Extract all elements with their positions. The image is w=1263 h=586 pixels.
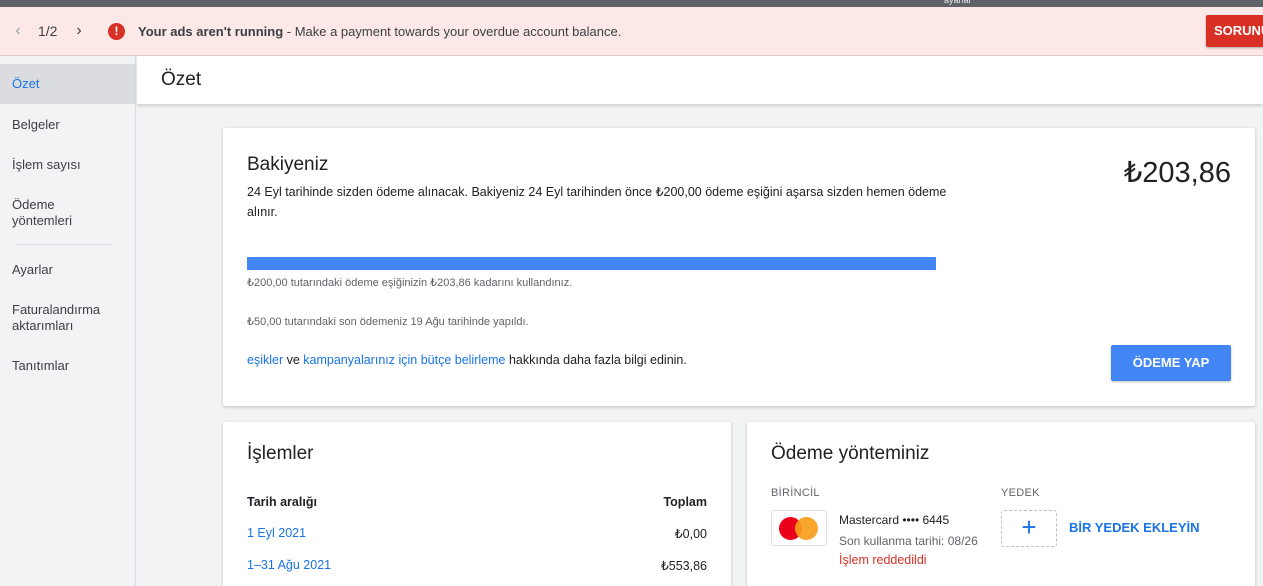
banner-message: Your ads aren't running - Make a payment… [138,24,621,39]
page-title: Özet [161,69,202,90]
page-header: Özet [137,56,1263,104]
transaction-date-link[interactable]: 1 Eyl 2021 [247,526,306,540]
add-backup-button[interactable]: BİR YEDEK EKLEYİN [1069,520,1200,535]
transaction-total: ₺553,86 [660,559,707,573]
transactions-title: İşlemler [247,443,314,464]
plus-icon[interactable]: + [1001,510,1057,547]
make-payment-button[interactable]: ÖDEME YAP [1111,345,1231,381]
balance-title: Bakiyeniz [247,154,329,175]
learn-more-mid: ve [283,353,304,367]
column-header-date-range: Tarih aralığı [247,495,317,509]
last-payment-note: ₺50,00 tutarındaki son ödemeniz 19 Ağu t… [247,316,529,328]
card-status-declined: İşlem reddedildi [839,553,927,567]
sidebar-item-documents[interactable]: Belgeler [0,117,136,133]
thresholds-link[interactable]: eşikler [247,353,283,367]
table-row: 1 Eyl 2021 ₺0,00 [247,526,707,546]
fix-issue-button[interactable]: SORUNU [1206,15,1263,47]
payment-method-title: Ödeme yönteminiz [771,443,930,464]
sidebar-item-payment-methods[interactable]: Ödeme yöntemleri [0,197,110,229]
balance-description: 24 Eyl tarihinde sizden ödeme alınacak. … [247,185,947,219]
transaction-total: ₺0,00 [674,527,707,541]
mastercard-logo-icon [771,510,827,546]
sidebar-divider [16,244,112,245]
sidebar-item-billing-transfers[interactable]: Faturalandırma aktarımları [0,302,120,334]
table-row: 1–31 Ağu 2021 ₺553,86 [247,558,707,578]
backup-label: YEDEK [1001,487,1040,499]
chevron-left-icon[interactable]: ‹ [10,22,26,40]
payment-method-card: Ödeme yönteminiz BİRİNCİL YEDEK Masterca… [747,422,1255,586]
budget-link[interactable]: kampanyalarınız için bütçe belirleme [303,353,505,367]
top-window-strip: ayarlar [0,0,1263,7]
mastercard-orange-circle [795,517,818,540]
card-name: Mastercard •••• 6445 [839,513,950,527]
sidebar-item-settings[interactable]: Ayarlar [0,262,136,278]
balance-card: Bakiyeniz ₺203,86 24 Eyl tarihinde sizde… [223,128,1255,406]
sidebar-item-transactions[interactable]: İşlem sayısı [0,157,136,173]
transactions-card: İşlemler Tarih aralığı Toplam 1 Eyl 2021… [223,422,731,586]
threshold-progress-fill [247,257,936,270]
banner-message-rest: - Make a payment towards your overdue ac… [283,24,622,39]
learn-more-end: hakkında daha fazla bilgi edinin. [505,353,687,367]
card-expiry: Son kullanma tarihi: 08/26 [839,534,978,548]
sidebar-item-promotions[interactable]: Tanıtımlar [0,358,136,374]
error-icon: ! [108,23,125,40]
column-header-total: Toplam [663,495,707,509]
sidebar: Özet Belgeler İşlem sayısı Ödeme yönteml… [0,56,136,586]
chevron-right-icon[interactable]: › [71,22,87,40]
primary-label: BİRİNCİL [771,487,820,499]
banner-pager: 1/2 [38,23,58,39]
sidebar-item-summary[interactable]: Özet [0,64,136,104]
balance-amount: ₺203,86 [1123,157,1231,189]
transaction-date-link[interactable]: 1–31 Ağu 2021 [247,558,331,572]
banner-message-bold: Your ads aren't running [138,24,284,39]
top-strip-label: ayarlar [944,0,972,5]
learn-more-text: eşikler ve kampanyalarınız için bütçe be… [247,353,687,367]
threshold-progress-bar [247,257,936,270]
threshold-note: ₺200,00 tutarındaki ödeme eşiğinizin ₺20… [247,277,573,289]
error-banner: ‹ 1/2 › ! Your ads aren't running - Make… [0,7,1263,56]
